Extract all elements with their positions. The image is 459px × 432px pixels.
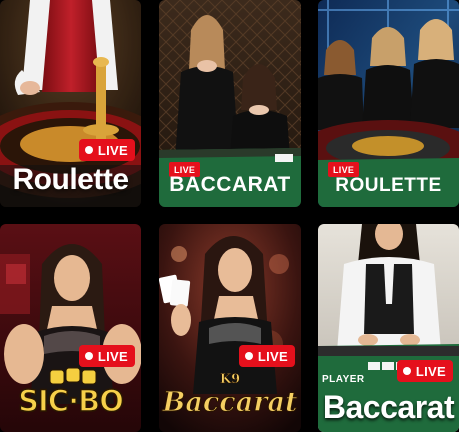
game-title: ROULETTE [335,175,442,196]
live-badge: LIVE [78,139,135,161]
k9-logo-mark: K9 [219,372,241,388]
table-player-label: PLAYER [322,374,365,385]
game-tile-baccarat-2[interactable]: PLAYER LIVE Baccarat [318,224,459,432]
game-title: Roulette [12,163,130,196]
game-tile-roulette-2[interactable]: LIVE ROULETTE [318,0,459,207]
live-badge: LIVE [238,345,295,367]
live-dot-icon [244,352,253,360]
sicbo-logo: SIC·BO [17,383,124,419]
live-dot-icon [402,367,411,375]
game-title: Baccarat [322,389,455,425]
game-title: BACCARAT [169,173,291,196]
game-tile-k9-baccarat[interactable]: LIVE K9 Baccarat [159,224,301,432]
game-tile-baccarat-1[interactable]: LIVE BACCARAT [159,0,301,207]
baccarat-logo: Baccarat [162,387,298,419]
live-badge: LIVE [78,345,135,367]
live-dot-icon [84,146,93,154]
game-tile-sicbo[interactable]: LIVE SIC·BO [0,224,141,432]
live-dot-icon [84,352,93,360]
game-grid: LIVE Roulette LIVE BACCARAT LIVE ROULETT… [0,0,459,432]
game-tile-roulette[interactable]: LIVE Roulette [0,0,141,207]
live-badge: LIVE [396,360,453,382]
